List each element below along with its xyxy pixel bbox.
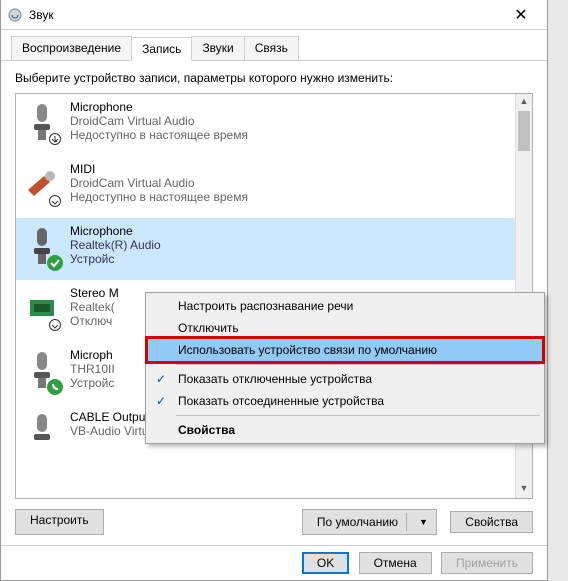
ctx-show-disconnected[interactable]: ✓ Показать отсоединенные устройства bbox=[148, 390, 542, 412]
device-status: Устройс bbox=[70, 252, 161, 266]
device-name: MIDI bbox=[70, 162, 248, 176]
tab-recording[interactable]: Запись bbox=[131, 37, 192, 61]
device-driver: Realtek(R) Audio bbox=[70, 238, 161, 252]
set-default-button[interactable]: По умолчанию ▼ bbox=[302, 509, 437, 535]
ctx-set-default-comm[interactable]: Использовать устройство связи по умолчан… bbox=[148, 339, 542, 361]
unavailable-badge-icon bbox=[47, 131, 63, 147]
device-driver: DroidCam Virtual Audio bbox=[70, 176, 248, 190]
separator bbox=[176, 415, 540, 416]
separator bbox=[406, 513, 407, 531]
chip-icon bbox=[24, 286, 60, 330]
instruction-text: Выберите устройство записи, параметры ко… bbox=[15, 71, 533, 85]
ctx-label: Показать отключенные устройства bbox=[178, 372, 372, 386]
device-row[interactable]: MIDI DroidCam Virtual Audio Недоступно в… bbox=[16, 156, 532, 218]
check-icon: ✓ bbox=[156, 394, 166, 408]
device-name: Microph bbox=[70, 348, 115, 362]
cancel-button[interactable]: Отмена bbox=[359, 552, 432, 574]
device-status: Недоступно в настоящее время bbox=[70, 128, 248, 142]
device-driver: THR10II bbox=[70, 362, 115, 376]
scroll-up-icon[interactable]: ▲ bbox=[516, 94, 532, 111]
dialog-footer: OK Отмена Применить bbox=[1, 545, 547, 580]
sound-dialog: Звук ✕ Воспроизведение Запись Звуки Связ… bbox=[0, 0, 548, 581]
tab-sounds[interactable]: Звуки bbox=[191, 36, 244, 60]
device-row[interactable]: Microphone Realtek(R) Audio Устройс bbox=[16, 218, 532, 280]
properties-button[interactable]: Свойства bbox=[450, 511, 533, 533]
close-button[interactable]: ✕ bbox=[501, 5, 541, 25]
chevron-down-icon[interactable]: ▼ bbox=[415, 517, 432, 527]
device-text: Microphone Realtek(R) Audio Устройс bbox=[70, 224, 161, 266]
tab-playback[interactable]: Воспроизведение bbox=[11, 36, 132, 60]
configure-button[interactable]: Настроить bbox=[15, 509, 104, 535]
ok-button[interactable]: OK bbox=[302, 552, 349, 574]
default-badge-icon bbox=[47, 255, 63, 271]
microphone-icon bbox=[24, 410, 60, 444]
apply-button[interactable]: Применить bbox=[441, 552, 533, 574]
device-text: Stereo M Realtek( Отключ bbox=[70, 286, 119, 328]
device-name: Microphone bbox=[70, 224, 161, 238]
device-text: Microphone DroidCam Virtual Audio Недост… bbox=[70, 100, 248, 142]
comm-badge-icon bbox=[47, 379, 63, 395]
scroll-thumb[interactable] bbox=[518, 111, 530, 151]
check-icon: ✓ bbox=[156, 372, 166, 386]
device-driver: Realtek( bbox=[70, 300, 119, 314]
microphone-icon bbox=[24, 348, 60, 392]
window-title: Звук bbox=[29, 8, 501, 22]
disabled-badge-icon bbox=[47, 317, 63, 333]
ctx-properties[interactable]: Свойства bbox=[148, 419, 542, 441]
device-row[interactable]: Microphone DroidCam Virtual Audio Недост… bbox=[16, 94, 532, 156]
tab-communications[interactable]: Связь bbox=[244, 36, 299, 60]
device-text: MIDI DroidCam Virtual Audio Недоступно в… bbox=[70, 162, 248, 204]
list-buttons-row: Настроить По умолчанию ▼ Свойства bbox=[15, 499, 533, 535]
app-icon bbox=[7, 7, 23, 23]
device-status: Недоступно в настоящее время bbox=[70, 190, 248, 204]
device-status: Отключ bbox=[70, 314, 119, 328]
ctx-disable[interactable]: Отключить bbox=[148, 317, 542, 339]
unavailable-badge-icon bbox=[47, 193, 63, 209]
device-name: Stereo M bbox=[70, 286, 119, 300]
context-menu: Настроить распознавание речи Отключить И… bbox=[145, 292, 545, 444]
device-status: Устройс bbox=[70, 376, 115, 390]
tabstrip: Воспроизведение Запись Звуки Связь bbox=[1, 30, 547, 61]
scroll-down-icon[interactable]: ▼ bbox=[516, 481, 532, 498]
device-text: Microph THR10II Устройс bbox=[70, 348, 115, 390]
ctx-show-disabled[interactable]: ✓ Показать отключенные устройства bbox=[148, 368, 542, 390]
device-driver: DroidCam Virtual Audio bbox=[70, 114, 248, 128]
jack-icon bbox=[24, 162, 60, 206]
titlebar: Звук ✕ bbox=[1, 0, 547, 30]
microphone-icon bbox=[24, 100, 60, 144]
microphone-icon bbox=[24, 224, 60, 268]
ctx-label: Показать отсоединенные устройства bbox=[178, 394, 384, 408]
ctx-configure-speech[interactable]: Настроить распознавание речи bbox=[148, 295, 542, 317]
set-default-label: По умолчанию bbox=[317, 515, 398, 529]
device-name: Microphone bbox=[70, 100, 248, 114]
separator bbox=[176, 364, 540, 365]
